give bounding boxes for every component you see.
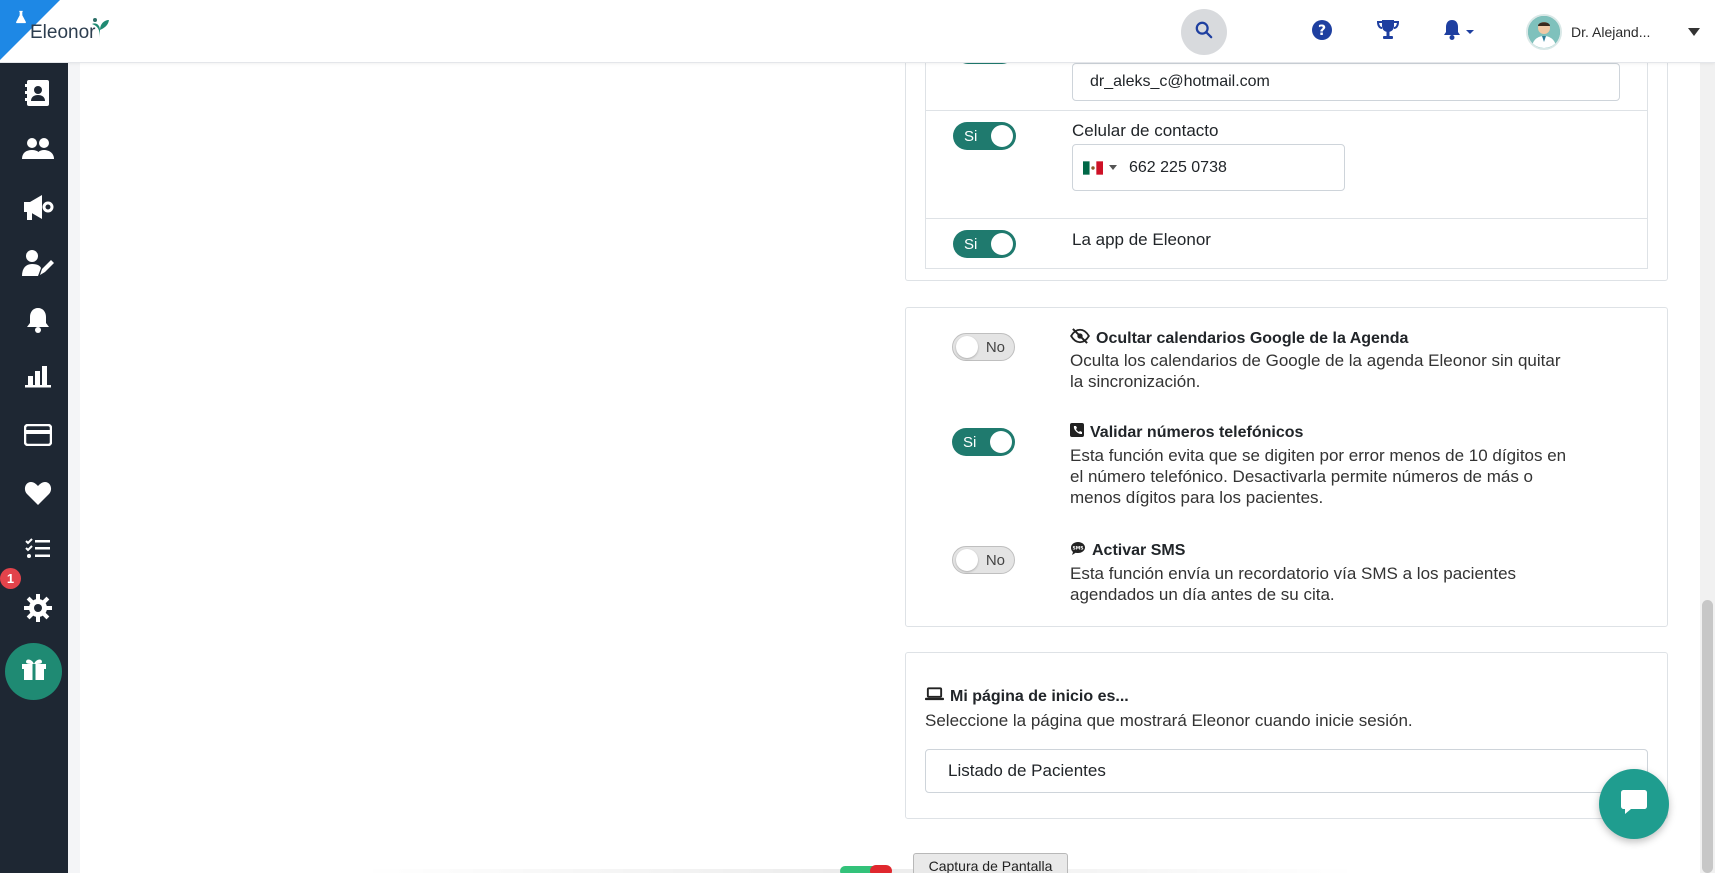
notifications-bell-icon[interactable] xyxy=(1442,19,1476,46)
search-icon xyxy=(1195,21,1213,44)
hide-calendars-toggle-label: No xyxy=(985,338,1005,356)
logo-leaf-icon xyxy=(88,16,112,45)
home-page-selected-value: Listado de Pacientes xyxy=(948,761,1106,780)
contact-channels-card: dr_aleks_c@hotmail.com Si Celular de con… xyxy=(905,40,1668,281)
hide-calendars-description: Oculta los calendarios de Google de la a… xyxy=(1070,350,1650,392)
hide-calendars-title-text: Ocultar calendarios Google de la Agenda xyxy=(1096,329,1409,347)
sms-description: Esta función envía un recordatorio vía S… xyxy=(1070,563,1650,605)
validate-phones-toggle[interactable]: Si xyxy=(952,428,1015,456)
hide-calendars-toggle[interactable]: No xyxy=(952,333,1015,361)
user-edit-icon xyxy=(22,249,54,282)
flask-icon xyxy=(14,10,28,27)
chat-bubble-icon xyxy=(1619,788,1649,821)
sidebar-item-favorites[interactable] xyxy=(7,473,69,517)
laptop-icon xyxy=(925,687,944,706)
sidebar-item-billing[interactable] xyxy=(7,415,69,459)
contact-channels-list: dr_aleks_c@hotmail.com Si Celular de con… xyxy=(925,40,1648,269)
gift-button[interactable] xyxy=(5,643,62,700)
gift-icon xyxy=(21,657,47,686)
search-button[interactable] xyxy=(1181,9,1227,55)
row-divider xyxy=(926,218,1647,219)
trophy-icon[interactable] xyxy=(1376,19,1400,46)
megaphone-icon xyxy=(22,193,54,226)
email-field[interactable]: dr_aleks_c@hotmail.com xyxy=(1072,63,1620,101)
phone-number-value: 662 225 0738 xyxy=(1129,158,1227,176)
eye-slash-icon xyxy=(1070,328,1090,349)
users-icon xyxy=(22,137,54,166)
sidebar-item-campaigns[interactable] xyxy=(7,187,69,231)
sidebar-item-reports[interactable] xyxy=(7,356,69,400)
contacts-icon xyxy=(24,79,52,112)
sidebar-item-patients[interactable] xyxy=(7,129,69,173)
bar-chart-icon xyxy=(24,364,52,393)
validate-phones-description: Esta función evita que se digiten por er… xyxy=(1070,445,1650,508)
sms-title-text: Activar SMS xyxy=(1092,542,1186,559)
home-page-select[interactable]: Listado de Pacientes xyxy=(925,749,1648,793)
screen-capture-button[interactable]: Captura de Pantalla xyxy=(913,853,1068,873)
user-menu[interactable]: Dr. Alejand... xyxy=(1526,14,1700,50)
mexico-flag-icon[interactable] xyxy=(1083,160,1117,175)
home-page-description: Seleccione la página que mostrará Eleono… xyxy=(925,711,1413,730)
sidebar-item-settings[interactable] xyxy=(7,588,69,632)
sidebar-item-doctors[interactable] xyxy=(7,243,69,287)
heart-icon xyxy=(24,480,52,511)
checklist-icon xyxy=(25,537,51,564)
page-scrollbar-thumb[interactable] xyxy=(1702,600,1713,873)
phone-toggle-label: Si xyxy=(964,127,978,145)
top-header: Eleonor ? Dr. Alejand... xyxy=(0,0,1715,63)
validate-phones-title-text: Validar números telefónicos xyxy=(1090,423,1304,441)
gear-icon xyxy=(24,593,52,627)
phone-square-icon xyxy=(1070,423,1084,442)
credit-card-icon xyxy=(23,423,53,451)
row-divider xyxy=(926,110,1647,111)
settings-card: No Ocultar calendarios Google de la Agen… xyxy=(905,307,1668,627)
svg-text:?: ? xyxy=(1318,23,1326,39)
sms-bubble-icon: SMS xyxy=(1070,541,1086,561)
sms-toggle[interactable]: No xyxy=(952,546,1015,574)
phone-label: Celular de contacto xyxy=(1072,121,1219,140)
sidebar-item-tasks[interactable] xyxy=(7,528,69,572)
home-page-card: Mi página de inicio es... Seleccione la … xyxy=(905,652,1668,819)
sms-desc-line: Esta función envía un recordatorio vía S… xyxy=(1070,564,1517,583)
sidebar: 1 xyxy=(0,63,68,873)
sms-desc-line: agendados un día antes de su cita. xyxy=(1070,585,1335,604)
phone-toggle[interactable]: Si xyxy=(953,122,1016,150)
validate-phones-title: Validar números telefónicos xyxy=(1070,423,1303,442)
validate-phones-desc-line: Esta función evita que se digiten por er… xyxy=(1070,446,1567,465)
sms-toggle-label: No xyxy=(985,551,1005,569)
sidebar-item-contacts[interactable] xyxy=(7,73,69,117)
recording-dot xyxy=(870,865,892,873)
hide-calendars-desc-line: Oculta los calendarios de Google de la a… xyxy=(1070,351,1561,370)
app-label: La app de Eleonor xyxy=(1072,230,1211,249)
bell-icon xyxy=(25,306,51,339)
home-page-title-text: Mi página de inicio es... xyxy=(950,687,1129,705)
sidebar-item-notifications[interactable] xyxy=(7,300,69,344)
avatar xyxy=(1526,14,1562,50)
app-toggle[interactable]: Si xyxy=(953,230,1016,258)
hide-calendars-desc-line: la sincronización. xyxy=(1070,372,1201,391)
validate-phones-toggle-label: Si xyxy=(963,433,977,451)
hide-calendars-title: Ocultar calendarios Google de la Agenda xyxy=(1070,328,1408,349)
chat-button[interactable] xyxy=(1599,769,1669,839)
app-logo[interactable]: Eleonor xyxy=(30,22,96,44)
sms-title: SMS Activar SMS xyxy=(1070,541,1185,561)
validate-phones-desc-line: menos dígitos para los pacientes. xyxy=(1070,488,1324,507)
validate-phones-desc-line: el número telefónico. Desactivarla permi… xyxy=(1070,467,1533,486)
home-page-title: Mi página de inicio es... xyxy=(925,687,1129,706)
caret-down-icon[interactable] xyxy=(1688,23,1700,41)
svg-text:SMS: SMS xyxy=(1073,546,1084,552)
app-toggle-label: Si xyxy=(964,235,978,253)
user-name: Dr. Alejand... xyxy=(1571,24,1651,40)
help-icon[interactable]: ? xyxy=(1311,19,1333,46)
phone-field[interactable]: 662 225 0738 xyxy=(1072,144,1345,191)
